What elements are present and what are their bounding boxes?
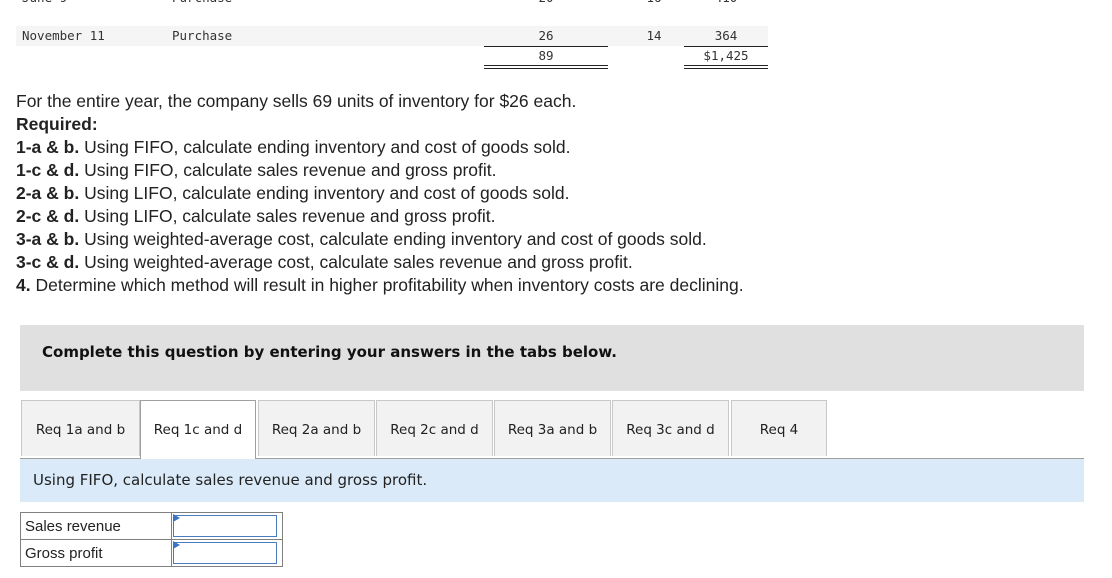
tab-req-2c-and-d[interactable]: Req 2c and d: [376, 400, 493, 456]
gross-profit-label: Gross profit: [20, 539, 172, 567]
tab-req-4[interactable]: Req 4: [731, 400, 827, 456]
input-marker-icon: [173, 541, 180, 549]
row-type: Purchase: [172, 0, 232, 8]
answer-table: Sales revenue Gross profit: [20, 512, 283, 567]
question-intro: For the entire year, the company sells 6…: [16, 91, 577, 111]
requirement-item: 1-a & b. Using FIFO, calculate ending in…: [16, 137, 571, 157]
tab-req-2a-and-b[interactable]: Req 2a and b: [258, 400, 375, 456]
sales-revenue-label: Sales revenue: [20, 512, 172, 540]
active-tab-instruction: Using FIFO, calculate sales revenue and …: [33, 471, 428, 489]
row-units: 26: [538, 28, 554, 43]
requirement-item: 2-c & d. Using LIFO, calculate sales rev…: [16, 206, 496, 226]
instruction-box: Complete this question by entering your …: [20, 325, 1084, 391]
row-total-cost: 364: [714, 28, 738, 43]
total-cost: $1,425: [703, 48, 749, 63]
requirement-item: 2-a & b. Using LIFO, calculate ending in…: [16, 183, 570, 203]
row-date: June 9: [22, 0, 67, 8]
row-type: Purchase: [172, 28, 233, 43]
tab-req-3c-and-d[interactable]: Req 3c and d: [612, 400, 729, 456]
units-total-double-rule: [484, 65, 608, 69]
required-label: Required:: [16, 114, 98, 134]
tab-req-1a-and-b[interactable]: Req 1a and b: [21, 400, 140, 456]
instruction-text: Complete this question by entering your …: [42, 343, 617, 361]
row-total-cost: 410: [684, 0, 768, 8]
inventory-row-clipped: June 9 Purchase 20 16 410: [16, 0, 768, 8]
answer-row-sales-revenue: Sales revenue: [20, 512, 283, 540]
row-unit-cost: 16: [634, 0, 674, 8]
answer-row-gross-profit: Gross profit: [20, 539, 283, 567]
tab-req-3a-and-b[interactable]: Req 3a and b: [494, 400, 611, 456]
requirement-item: 3-a & b. Using weighted-average cost, ca…: [16, 229, 707, 249]
row-unit-cost: 14: [646, 28, 662, 43]
inventory-total-row: 89 $1,425: [16, 46, 768, 66]
cost-total-double-rule: [684, 65, 768, 69]
gross-profit-input[interactable]: [173, 542, 277, 564]
active-tab-instruction-bar: Using FIFO, calculate sales revenue and …: [20, 459, 1084, 502]
tab-req-1c-and-d[interactable]: Req 1c and d: [140, 400, 256, 459]
total-units: 89: [538, 48, 554, 63]
row-units: 20: [484, 0, 608, 8]
requirement-item: 3-c & d. Using weighted-average cost, ca…: [16, 252, 633, 272]
requirement-item: 1-c & d. Using FIFO, calculate sales rev…: [16, 160, 497, 180]
row-date: November 11: [22, 28, 105, 43]
sales-revenue-input[interactable]: [173, 515, 277, 537]
question-text: For the entire year, the company sells 6…: [16, 90, 744, 297]
input-marker-icon: [173, 514, 180, 522]
inventory-row: November 11 Purchase 26 14 364: [16, 26, 768, 46]
requirement-item: 4. Determine which method will result in…: [16, 275, 744, 295]
